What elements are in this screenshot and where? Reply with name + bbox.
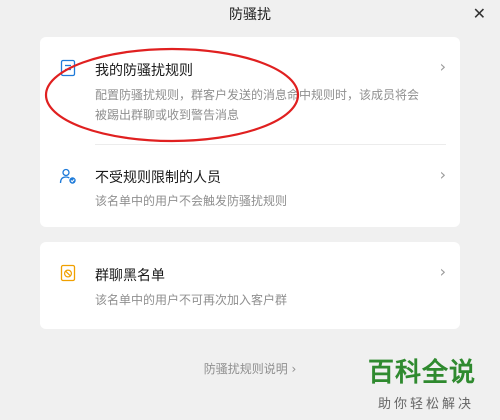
watermark-logo: 百科全说 (368, 358, 477, 388)
close-icon[interactable]: ✕ (473, 5, 486, 23)
chevron-right-icon: › (439, 262, 446, 281)
rules-card: 我的防骚扰规则 配置防骚扰规则，群客户发送的消息命中规则时，该成员将会被踢出群聊… (40, 37, 460, 227)
blacklist-description: 该名单中的用户不可再次加入客户群 (95, 293, 288, 307)
user-check-icon (59, 168, 76, 184)
my-anti-harassment-rules-item[interactable]: 我的防骚扰规则 配置防骚扰规则，群客户发送的消息命中规则时，该成员将会被踢出群聊… (40, 37, 460, 144)
window-title: 防骚扰 (229, 7, 271, 23)
unrestricted-members-description: 该名单中的用户不会触发防骚扰规则 (95, 194, 288, 208)
my-rules-title: 我的防骚扰规则 (95, 63, 193, 79)
unrestricted-members-item[interactable]: 不受规则限制的人员 该名单中的用户不会触发防骚扰规则 › (40, 145, 460, 227)
watermark-slogan: 助你轻松解决 (378, 397, 475, 412)
unrestricted-members-title: 不受规则限制的人员 (95, 170, 221, 186)
document-rules-icon (60, 59, 76, 77)
title-bar: 防骚扰 ✕ (0, 0, 500, 28)
watermark: 百科全说 助你轻松解决 (368, 352, 490, 412)
blacklist-title: 群聊黑名单 (95, 268, 165, 284)
group-chat-blacklist-item[interactable]: 群聊黑名单 该名单中的用户不可再次加入客户群 › (40, 242, 460, 329)
blacklist-card: 群聊黑名单 该名单中的用户不可再次加入客户群 › (40, 242, 460, 329)
chevron-right-icon: › (439, 165, 446, 184)
ban-list-icon (60, 264, 76, 282)
chevron-right-icon: › (439, 57, 446, 76)
my-rules-description: 配置防骚扰规则，群客户发送的消息命中规则时，该成员将会被踢出群聊或收到警告消息 (95, 88, 420, 122)
